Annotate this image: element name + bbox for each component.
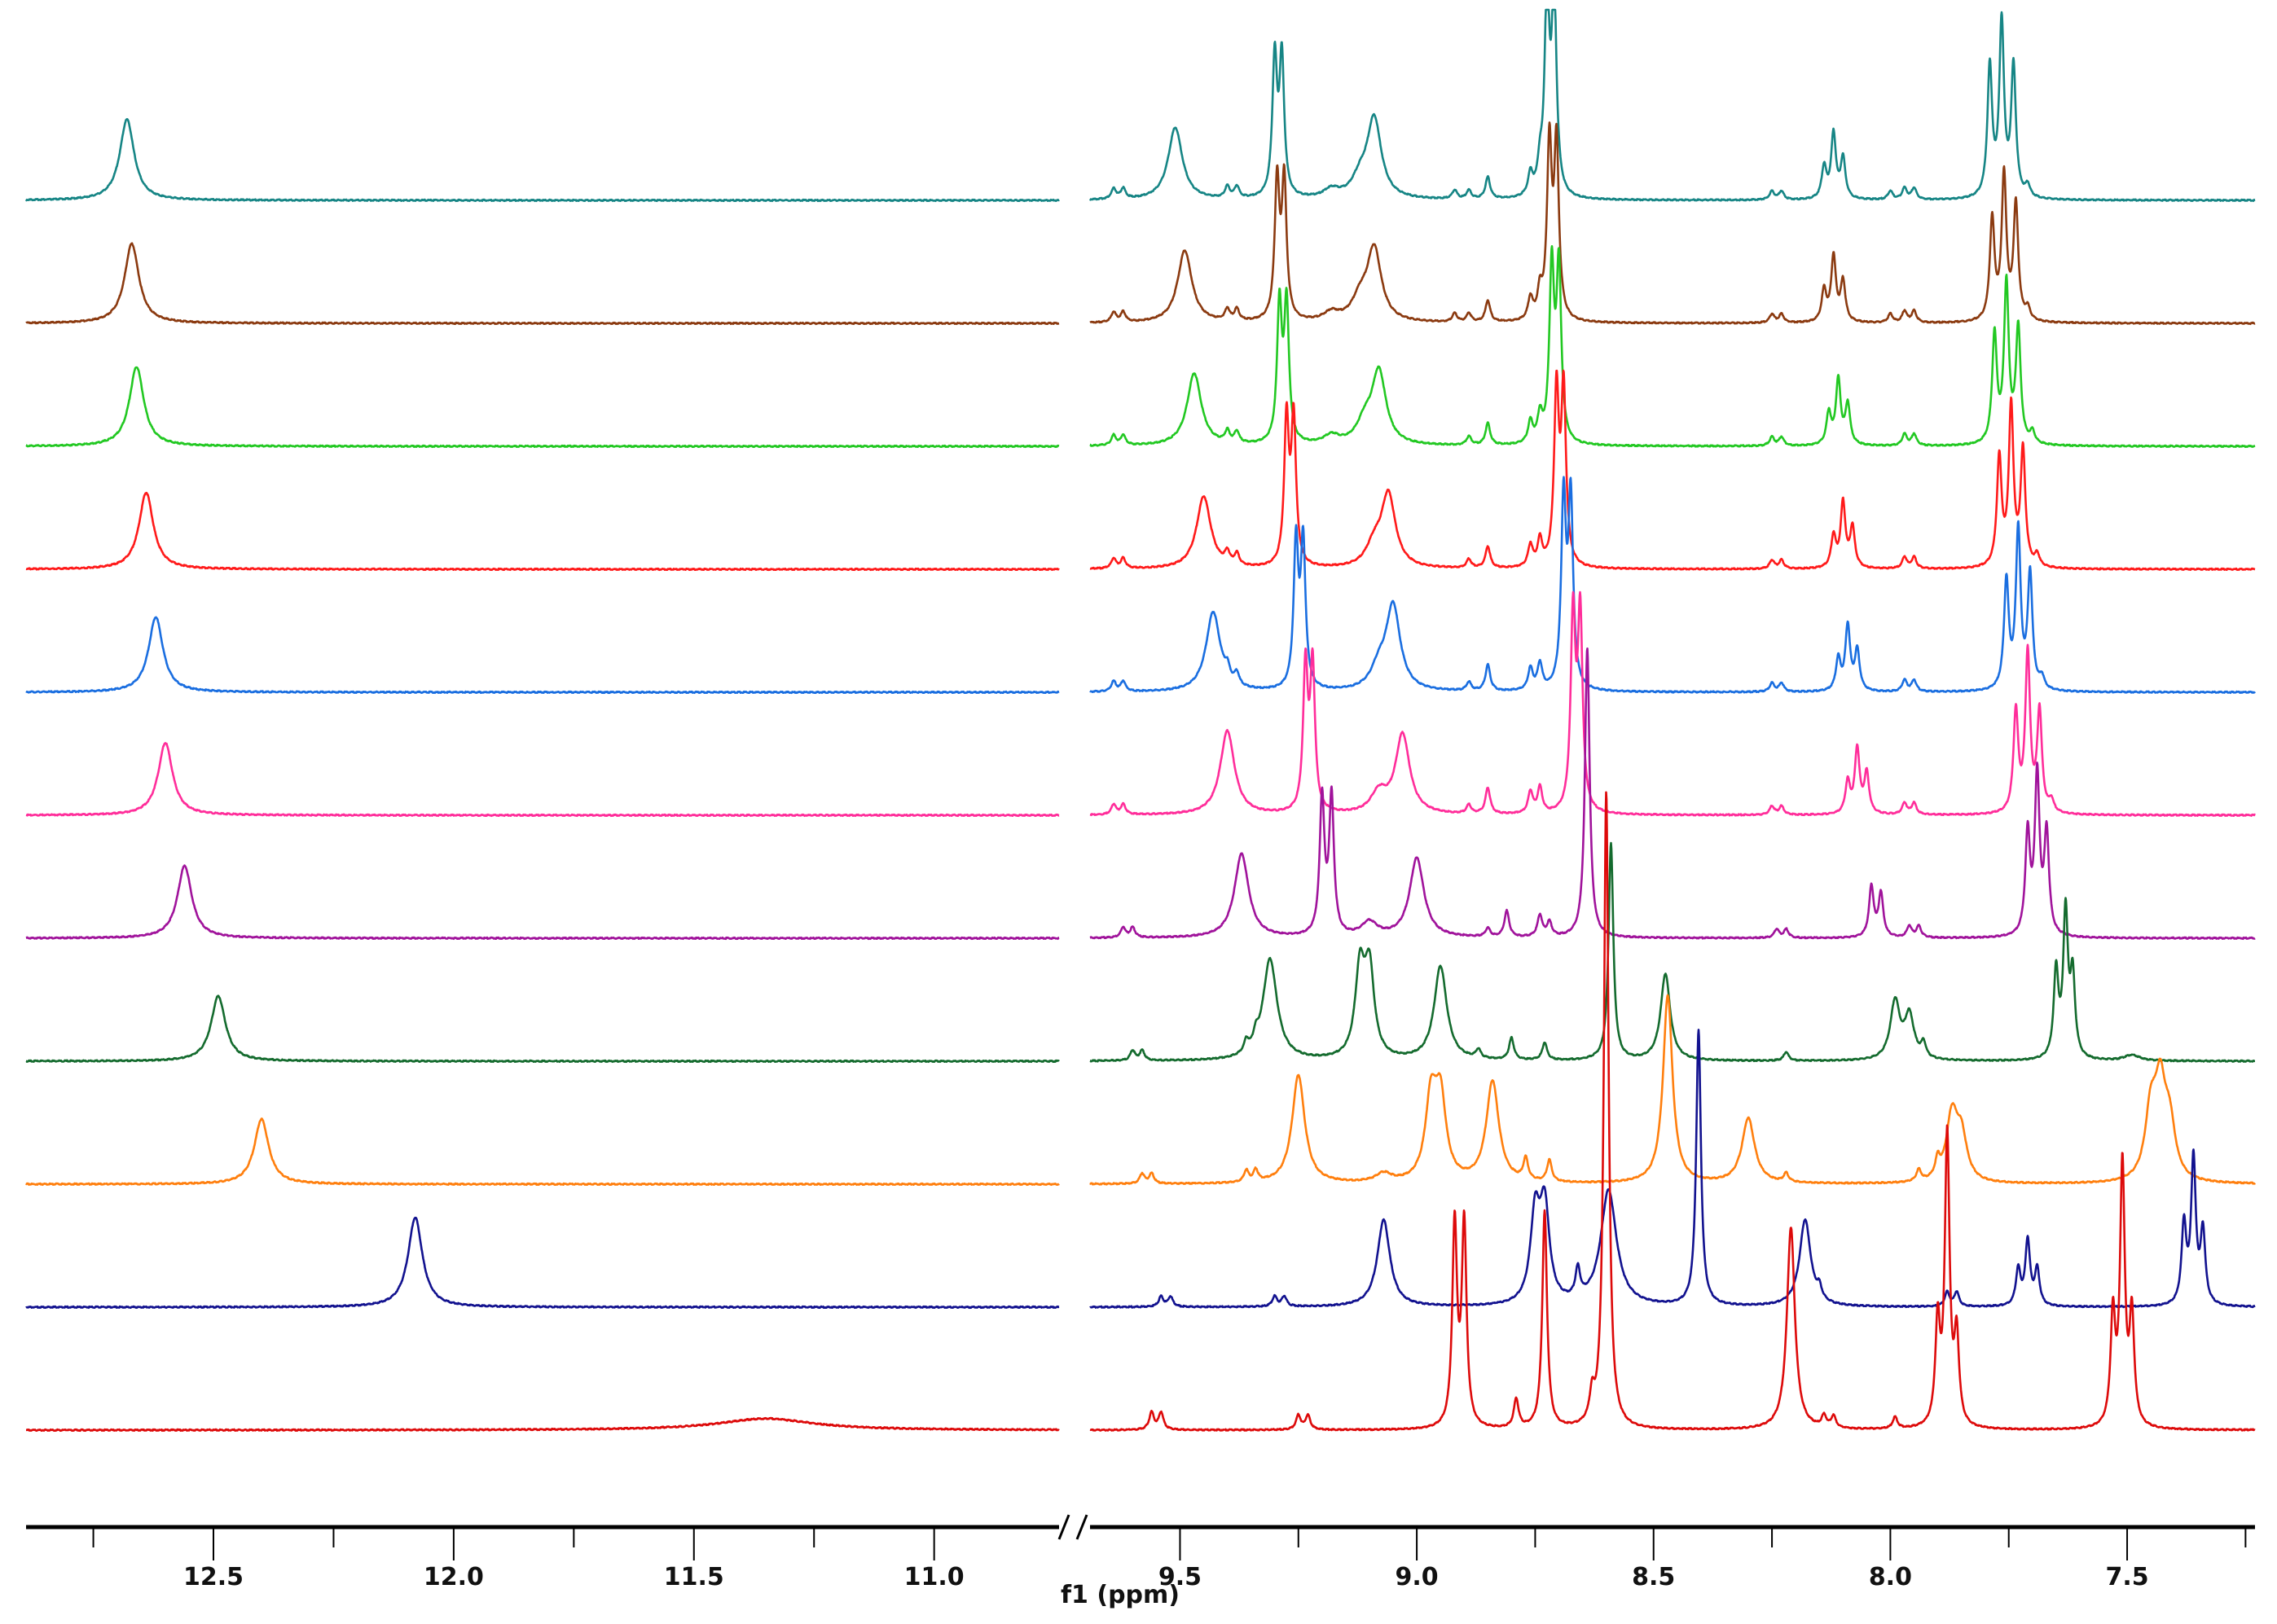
tick-label: 12.0	[424, 1563, 484, 1591]
spectrum-trace-4	[25, 369, 2256, 572]
tick-label: 12.5	[183, 1563, 244, 1591]
spectrum-trace-2	[25, 121, 2256, 326]
spectrum-trace-11	[25, 791, 2256, 1432]
spectrum-trace-6	[25, 590, 2256, 818]
x-axis: 12.5 12.0 11.5 11.0 9.5 9.0 8.5 8.0 7.5 f1 (ppm)	[26, 1514, 2255, 1609]
tick-label: 11.0	[904, 1563, 965, 1591]
tick-label: 7.5	[2105, 1563, 2148, 1591]
x-axis-title: f1 (ppm)	[1061, 1581, 1180, 1609]
tick-label: 8.0	[1869, 1563, 1912, 1591]
spectrum-trace-8	[25, 841, 2256, 1063]
spectrum-trace-9	[25, 994, 2257, 1186]
spectra-group	[24, 8, 2257, 1432]
axis-break-icon	[1057, 1514, 1088, 1540]
spectrum-trace-5	[25, 476, 2256, 695]
tick-label: 8.5	[1632, 1563, 1675, 1591]
tick-label: 11.5	[664, 1563, 724, 1591]
spectrum-trace-3	[25, 245, 2256, 449]
nmr-stacked-spectra-chart: 12.5 12.0 11.5 11.0 9.5 9.0 8.5 8.0 7.5 f1 (ppm)	[24, 8, 2257, 1609]
tick-label: 9.0	[1396, 1563, 1439, 1591]
spectrum-trace-1	[24, 8, 2256, 203]
